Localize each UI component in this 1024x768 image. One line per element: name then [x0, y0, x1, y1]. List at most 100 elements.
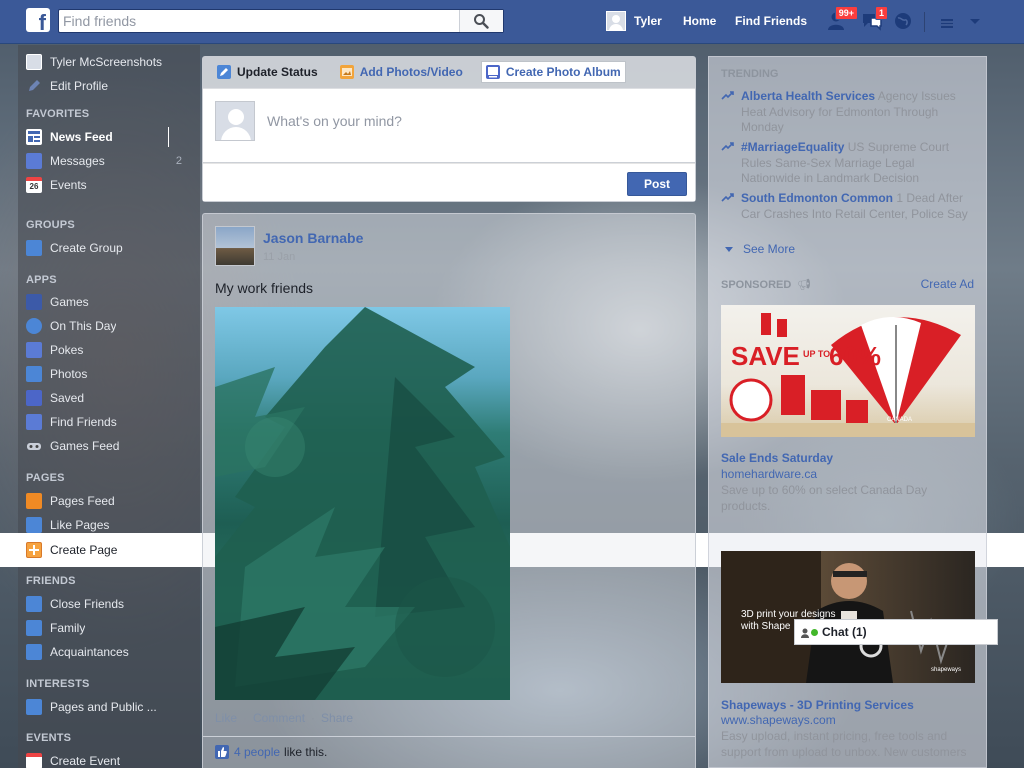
sidebar-item-messages[interactable]: Messages 2 [18, 149, 200, 173]
story-text: My work friends [215, 280, 314, 296]
sidebar-item-label: Close Friends [50, 597, 125, 611]
sidebar-edit-profile[interactable]: Edit Profile [18, 74, 200, 98]
facebook-logo-icon[interactable]: f [26, 8, 50, 32]
pokes-icon [26, 342, 42, 358]
chat-tab[interactable]: Chat (1) [794, 619, 998, 645]
ad-url[interactable]: homehardware.ca [721, 467, 817, 481]
messages-count: 2 [175, 155, 182, 167]
tab-create-photo-album[interactable]: Create Photo Album [480, 61, 626, 83]
photos-icon [26, 366, 42, 382]
see-more-link[interactable]: See More [725, 242, 795, 256]
sidebar-item-label: Edit Profile [50, 79, 109, 93]
sidebar-section-favorites: FAVORITES [26, 108, 90, 120]
pages-feed-icon [26, 493, 42, 509]
sidebar-item-label: Find Friends [50, 415, 117, 429]
sidebar-item-create-group[interactable]: Create Group [18, 236, 200, 260]
trending-item[interactable]: Alberta Health Services Agency Issues He… [721, 89, 976, 136]
globe-icon [895, 13, 911, 29]
like-link[interactable]: Like [215, 711, 237, 725]
sidebar-item-on-this-day[interactable]: On This Day [18, 314, 200, 338]
sidebar-item-photos[interactable]: Photos [18, 362, 200, 386]
saved-icon [26, 390, 42, 406]
sidebar-section-groups: GROUPS [26, 219, 75, 231]
sponsored-label: SPONSORED [721, 279, 792, 291]
ad-description: Easy upload, instant pricing, free tools… [721, 729, 967, 759]
author-avatar[interactable] [215, 226, 255, 266]
sidebar-item-label: Games Feed [50, 439, 120, 453]
ad-tagline-line2: with Shape [740, 621, 791, 632]
share-link[interactable]: Share [321, 711, 353, 725]
sidebar-item-events[interactable]: 26 Events [18, 173, 200, 197]
ad-url[interactable]: www.shapeways.com [721, 713, 836, 727]
avatar [215, 101, 255, 141]
status-input[interactable]: What's on your mind? [267, 113, 402, 129]
trending-topic[interactable]: Alberta Health Services [741, 89, 875, 103]
sidebar-item-label: Pages Feed [50, 494, 115, 508]
sidebar-item-label: Messages [50, 154, 105, 168]
find-friends-link[interactable]: Find Friends [735, 14, 807, 28]
trending-topic[interactable]: South Edmonton Common [741, 191, 893, 205]
ad-title[interactable]: Sale Ends Saturday [721, 451, 833, 465]
chevron-down-icon [970, 19, 980, 24]
sidebar-item-acquaintances[interactable]: Acquaintances [18, 640, 200, 664]
privacy-lock-icon [941, 19, 953, 28]
story-author-link[interactable]: Jason Barnabe [263, 230, 363, 246]
likes-suffix: like this. [284, 744, 328, 759]
sponsored-heading: SPONSORED 📢︎ [721, 278, 811, 291]
sidebar-item-family[interactable]: Family [18, 616, 200, 640]
sidebar-item-news-feed[interactable]: News Feed [18, 125, 200, 149]
sidebar-item-pages-feed[interactable]: Pages Feed [18, 489, 200, 513]
ad-brand-text: shapeways [931, 667, 961, 673]
create-ad-link[interactable]: Create Ad [921, 277, 974, 291]
sidebar-item-games-feed[interactable]: Games Feed [18, 434, 200, 458]
trending-topic[interactable]: #MarriageEquality [741, 140, 844, 154]
account-menu[interactable] [968, 10, 984, 34]
sidebar-section-events: EVENTS [26, 732, 72, 744]
trending-arrow-icon [721, 142, 734, 151]
avatar [26, 54, 42, 70]
online-status-icon [811, 628, 818, 636]
notifications-jewel[interactable] [892, 10, 918, 34]
search-button[interactable] [459, 10, 503, 32]
ad-image-canada-day[interactable]: SAVE UP TO 60% CANADA [721, 305, 975, 437]
comment-link[interactable]: Comment [253, 711, 305, 725]
profile-link[interactable]: Tyler [606, 10, 662, 32]
composer-footer: Post [203, 163, 695, 201]
tab-add-photos-video[interactable]: Add Photos/Video [336, 61, 467, 83]
sidebar-profile[interactable]: Tyler McScreenshots [18, 50, 200, 74]
nav-divider [924, 12, 925, 32]
create-group-icon [26, 240, 42, 256]
privacy-shortcuts[interactable] [938, 10, 956, 34]
close-friends-icon [26, 596, 42, 612]
sidebar-section-apps: APPS [26, 274, 57, 286]
sidebar-item-games[interactable]: Games [18, 290, 200, 314]
pages-public-icon [26, 699, 42, 715]
messages-jewel[interactable]: 1 [860, 6, 888, 34]
search-input[interactable] [63, 11, 461, 31]
sidebar-item-pokes[interactable]: Pokes [18, 338, 200, 362]
sidebar-item-label: Create Event [50, 754, 121, 768]
ad-image-shapeways[interactable]: 3D print your designs with Shape shapewa… [721, 551, 975, 683]
sidebar-item-close-friends[interactable]: Close Friends [18, 592, 200, 616]
search-box [58, 9, 504, 33]
search-icon [474, 14, 489, 29]
story-photo[interactable] [215, 307, 510, 700]
sidebar-section-friends: FRIENDS [26, 575, 76, 587]
home-link[interactable]: Home [683, 14, 716, 28]
trending-item[interactable]: #MarriageEquality US Supreme Court Rules… [721, 140, 976, 187]
sidebar-item-label: Acquaintances [50, 645, 129, 659]
edit-pencil-icon [26, 78, 42, 94]
friend-requests-jewel[interactable]: 99+ [826, 6, 858, 34]
ad-title[interactable]: Shapeways - 3D Printing Services [721, 698, 914, 712]
likes-count-link[interactable]: 4 people [234, 745, 280, 759]
tab-update-status[interactable]: Update Status [213, 61, 322, 83]
ad-up-to-text: UP TO [803, 349, 830, 359]
sidebar-item-find-friends[interactable]: Find Friends [18, 410, 200, 434]
sidebar-item-pages-public[interactable]: Pages and Public ... [18, 695, 200, 719]
story-timestamp[interactable]: 11 Jan [263, 251, 295, 263]
trending-item[interactable]: South Edmonton Common 1 Dead After Car C… [721, 191, 976, 222]
sidebar-item-saved[interactable]: Saved [18, 386, 200, 410]
trending-arrow-icon [721, 91, 734, 100]
post-button[interactable]: Post [627, 172, 687, 196]
sidebar-item-create-event[interactable]: Create Event [18, 749, 200, 768]
